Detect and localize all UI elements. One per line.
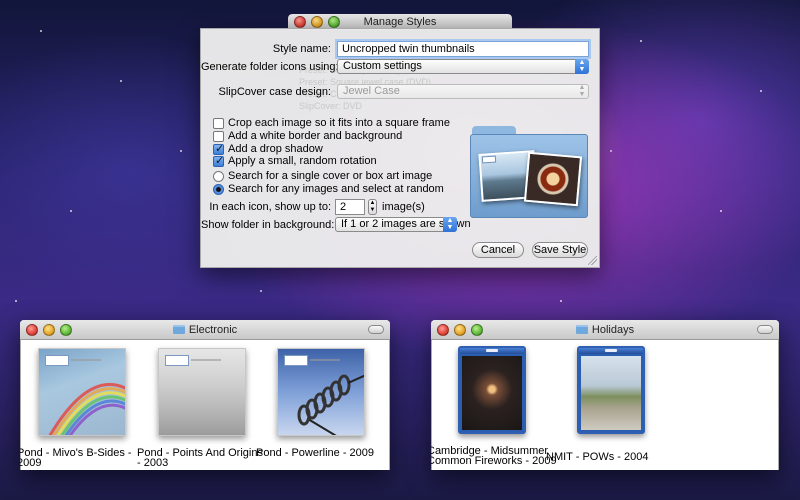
album-label-text	[310, 359, 340, 361]
generate-icons-popup[interactable]: Custom settings ▲ ▼	[337, 59, 589, 74]
electronic-content: Pond - Mivo's B-Sides - 2009 Pond - Poin…	[20, 340, 390, 470]
style-name-label: Style name:	[272, 43, 331, 55]
popup-arrows-icon: ▲ ▼	[578, 84, 586, 98]
river-landscape-image	[581, 356, 641, 430]
slipcover-design-label: SlipCover case design:	[218, 85, 331, 98]
radio-button[interactable]	[213, 183, 224, 195]
album-icon-powerline[interactable]	[277, 348, 365, 436]
bluray-header-icon	[460, 348, 524, 354]
search-random-radio[interactable]: Search for any images and select at rand…	[213, 183, 444, 195]
album-icon-mivos-bsides[interactable]	[38, 348, 126, 436]
album-label-icon	[165, 355, 189, 366]
item-caption[interactable]: Pond - Mivo's B-Sides - 2009	[20, 448, 147, 469]
cancel-button[interactable]: Cancel	[472, 242, 524, 258]
slipcover-design-value: Jewel Case	[343, 85, 400, 97]
close-button[interactable]	[294, 16, 306, 28]
ghost-menu-item: SlipCover: DVD	[299, 101, 363, 111]
holidays-titlebar[interactable]: Holidays	[431, 320, 779, 340]
zoom-button[interactable]	[471, 324, 483, 336]
bluray-header-icon	[579, 348, 643, 354]
generate-icons-value: Custom settings	[343, 60, 422, 72]
show-folder-popup[interactable]: If 1 or 2 images are shown ▲ ▼	[335, 217, 471, 232]
minimize-button[interactable]	[43, 324, 55, 336]
bluray-icon-pows[interactable]	[577, 346, 645, 434]
checkbox-box[interactable]	[213, 154, 224, 167]
checkbox-box[interactable]	[213, 117, 224, 129]
checkbox-label: Apply a small, random rotation	[228, 155, 377, 167]
radio-label: Search for any images and select at rand…	[228, 183, 444, 195]
bluray-icon-fireworks[interactable]	[458, 346, 526, 434]
close-button[interactable]	[437, 324, 449, 336]
zoom-button[interactable]	[60, 324, 72, 336]
toolbar-toggle-button[interactable]	[757, 325, 773, 334]
radio-label: Search for a single cover or box art ima…	[228, 170, 433, 182]
show-up-to-unit: image(s)	[382, 201, 425, 213]
holidays-window: Holidays Cambridge - Midsummer Common Fi…	[431, 320, 779, 470]
resize-grip-icon[interactable]	[588, 256, 597, 265]
preview-photo-label	[481, 155, 497, 164]
show-up-to-stepper[interactable]: ▲ ▼	[368, 199, 377, 215]
zoom-button[interactable]	[328, 16, 340, 28]
window-title: Holidays	[591, 324, 635, 336]
radio-button[interactable]	[213, 170, 224, 182]
minimize-button[interactable]	[454, 324, 466, 336]
item-caption[interactable]: Pond - Points And Origins - 2003	[137, 448, 267, 469]
item-caption[interactable]: Cambridge - Midsummer Common Fireworks -…	[431, 446, 557, 467]
album-label-text	[191, 359, 221, 361]
checkbox-label: Add a white border and background	[228, 130, 403, 142]
show-folder-label: Show folder in background:	[201, 218, 335, 231]
show-up-to-label: In each icon, show up to:	[209, 201, 331, 213]
option-rotation-checkbox[interactable]: Apply a small, random rotation	[213, 154, 377, 167]
window-title: Manage Styles	[363, 16, 437, 28]
folder-icon	[172, 325, 185, 334]
electronic-window: Electronic Pond - Mivo's B-Sides - 2009 …	[20, 320, 390, 470]
preview-photo-fireworks	[523, 151, 583, 207]
option-border-checkbox[interactable]: Add a white border and background	[213, 130, 402, 142]
item-caption[interactable]: Pond - Powerline - 2009	[256, 448, 386, 459]
item-caption[interactable]: NMIT - POWs - 2004	[546, 452, 676, 463]
save-style-button[interactable]: Save Style	[532, 242, 588, 258]
popup-arrows-icon: ▲ ▼	[575, 59, 589, 74]
album-label-icon	[45, 355, 69, 366]
option-crop-checkbox[interactable]: Crop each image so it fits into a square…	[213, 117, 450, 129]
option-shadow-checkbox[interactable]: Add a drop shadow	[213, 142, 323, 155]
fireworks-image	[462, 356, 522, 430]
holidays-content: Cambridge - Midsummer Common Fireworks -…	[431, 340, 779, 470]
checkbox-label: Crop each image so it fits into a square…	[228, 117, 450, 129]
generate-icons-label: Generate folder icons using:	[201, 60, 339, 73]
minimize-button[interactable]	[311, 16, 323, 28]
checkbox-box[interactable]	[213, 130, 224, 142]
show-up-to-input[interactable]: 2	[335, 199, 365, 215]
slipcover-design-popup[interactable]: Jewel Case ▲ ▼	[337, 84, 589, 99]
checkbox-label: Add a drop shadow	[228, 143, 323, 155]
album-icon-points-and-origins[interactable]	[158, 348, 246, 436]
album-label-icon	[284, 355, 308, 366]
album-label-text	[71, 359, 101, 361]
search-single-radio[interactable]: Search for a single cover or box art ima…	[213, 170, 432, 182]
toolbar-toggle-button[interactable]	[368, 325, 384, 334]
popup-arrows-icon: ▲ ▼	[443, 217, 457, 232]
electronic-titlebar[interactable]: Electronic	[20, 320, 390, 340]
close-button[interactable]	[26, 324, 38, 336]
style-name-input[interactable]: Uncropped twin thumbnails	[337, 41, 589, 57]
window-title: Electronic	[188, 324, 238, 336]
folder-icon-preview	[470, 126, 590, 218]
folder-icon	[575, 325, 588, 334]
